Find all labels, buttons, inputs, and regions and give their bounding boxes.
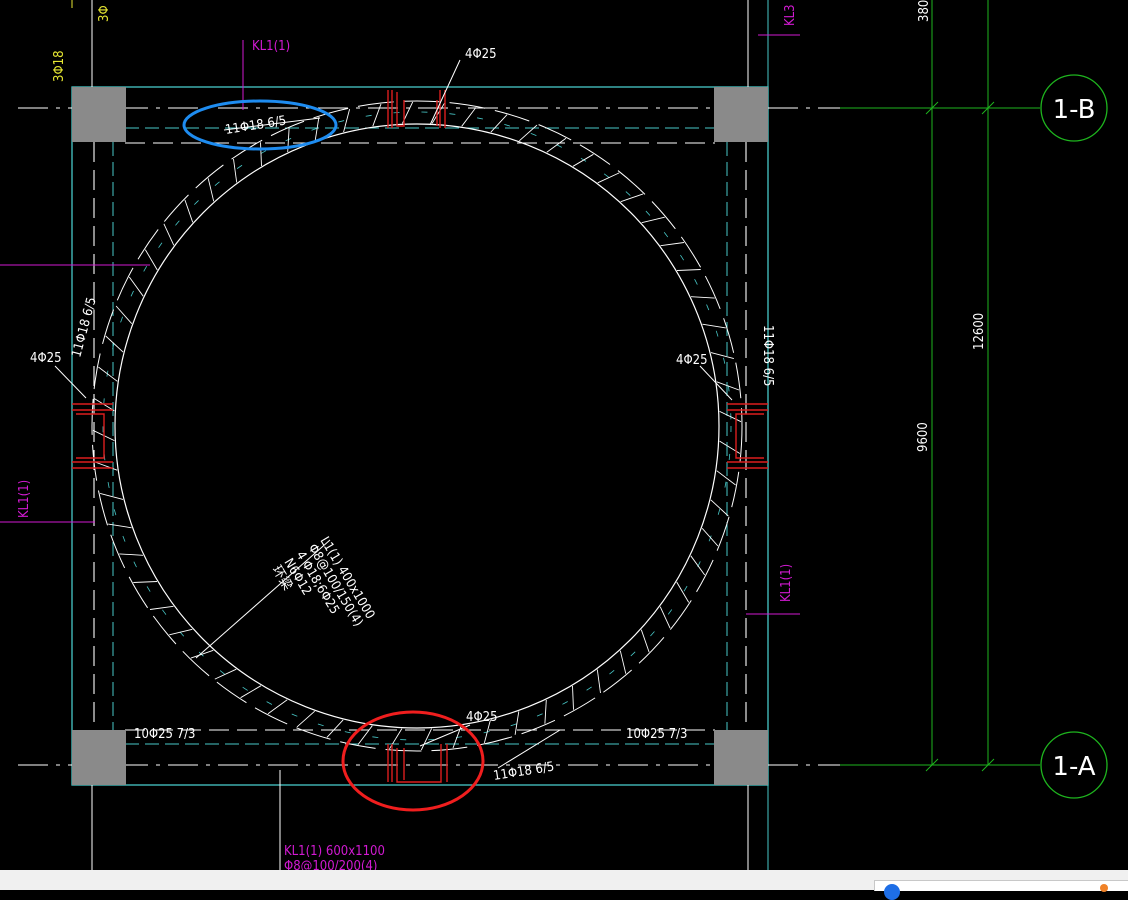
ring-hatch-tick [710, 352, 735, 360]
label-10phi25-left[interactable]: 10Φ25 7/3 [134, 727, 196, 742]
label-10phi25-right[interactable]: 10Φ25 7/3 [626, 727, 688, 742]
ring-hatch-tick [659, 606, 671, 629]
label-11phi18-right[interactable]: 11Φ18 6/5 [760, 325, 775, 387]
ring-hatch-tick [133, 581, 158, 583]
ring-hatch-tick [108, 523, 132, 529]
ring-hatch-tick [99, 492, 124, 500]
label-kl1-bottom[interactable]: KL1(1) 600x1100 [284, 844, 385, 859]
ring-hatch-tick [372, 103, 382, 127]
ring-hatch-tick [719, 440, 741, 454]
ring-hatch-tick [461, 107, 477, 127]
ring-hatch-tick [619, 650, 627, 674]
ring-hatch-tick [719, 410, 742, 423]
ring-hatch-tick [128, 276, 144, 297]
ring-hatch-tick [572, 153, 594, 167]
ring-hatch-tick [690, 296, 715, 299]
ring-hatch-tick [119, 553, 144, 556]
annotations: KL1(1) 4Φ25 11Φ18 6/5 3Φ18 3Φ KL3 4Φ25 1… [17, 0, 987, 874]
ring-hatch-tick [490, 114, 508, 133]
label-4phi25-right[interactable]: 4Φ25 [676, 353, 708, 368]
cad-drawing-canvas[interactable]: 1-B 1-A KL1(1) 4Φ25 11Φ18 6/5 3Φ18 3Φ KL… [0, 0, 1128, 890]
ring-hatch-tick [546, 137, 567, 153]
ring-hatch-tick [144, 249, 158, 271]
ring-beam [91, 100, 743, 752]
ring-hatch-tick [641, 216, 665, 224]
ring-hatch-tick [572, 685, 574, 710]
axis-bubble-1a[interactable]: 1-A [1040, 731, 1108, 799]
label-kl1-top[interactable]: KL1(1) [252, 39, 290, 54]
label-11phi18-bottom[interactable]: 11Φ18 6/5 [492, 760, 555, 784]
ring-hatch-tick [267, 699, 288, 715]
column-top-right [714, 87, 768, 142]
ring-hatch-tick [94, 461, 118, 471]
dimension-lines [840, 0, 1040, 772]
ring-hatch-tick [710, 499, 729, 517]
status-blue-icon[interactable] [884, 884, 900, 900]
ring-hatch-tick [519, 124, 538, 142]
ring-hatch-tick [660, 242, 685, 247]
ring-hatch-tick [260, 142, 262, 167]
ring-hatch-tick [420, 728, 433, 751]
ring-hatch-tick [596, 669, 601, 694]
ring-hatch-tick [184, 199, 194, 223]
ring-hatch-tick [676, 581, 690, 603]
label-11phi18-left[interactable]: 11Φ18 6/5 [69, 296, 99, 359]
ring-hatch-tick [620, 193, 644, 203]
dim-3800[interactable]: 3800 [917, 0, 932, 22]
status-orange-icon[interactable] [1100, 884, 1108, 892]
ring-hatch-tick [597, 172, 620, 184]
highlight-red-ellipse [341, 710, 485, 812]
axis-label-1b: 1-B [1053, 95, 1096, 125]
ring-hatch-tick [115, 305, 133, 324]
ring-hatch-tick [701, 528, 719, 547]
column-bottom-right [714, 730, 768, 785]
label-kl1-left[interactable]: KL1(1) [17, 480, 32, 518]
ring-hatch-tick [105, 335, 124, 353]
ring-hatch-tick [702, 323, 726, 329]
label-3phi-top[interactable]: 3Φ [97, 5, 112, 22]
ring-hatch-tick [214, 668, 237, 680]
ring-hatch-tick [296, 710, 315, 728]
ring-hatch-tick [640, 629, 650, 653]
ring-hatch-tick [544, 699, 547, 724]
ring-hatch-tick [98, 366, 118, 382]
label-11phi18-top[interactable]: 11Φ18 6/5 [224, 114, 287, 138]
axis-label-1a: 1-A [1052, 752, 1095, 782]
ring-hatch-tick [207, 178, 215, 202]
ring-hatch-tick [190, 649, 214, 659]
ring-hatch-tick [514, 711, 520, 735]
column-bottom-left [72, 730, 126, 785]
dim-9600[interactable]: 9600 [916, 422, 931, 452]
label-3phi18[interactable]: 3Φ18 [52, 50, 67, 82]
ring-hatch-tick [149, 605, 174, 610]
ring-beam-callout[interactable]: L1(1) 400x1000 Φ8@100/150(4) 4 Φ18;6Φ25 … [269, 534, 378, 651]
axis-bubble-1b[interactable]: 1-B [1040, 74, 1108, 142]
label-kl1-right[interactable]: KL1(1) [779, 564, 794, 602]
columns [72, 87, 768, 785]
rebar-details [72, 90, 768, 783]
ring-hatch-tick [169, 628, 193, 636]
ring-hatch-tick [716, 381, 740, 391]
ring-hatch-tick [676, 269, 701, 271]
ring-hatch-tick [326, 719, 344, 738]
label-kl3[interactable]: KL3 [783, 4, 798, 26]
ring-hatch-tick [163, 223, 175, 246]
ring-hatch-tick [690, 555, 706, 576]
ring-hatch-tick [233, 158, 238, 183]
column-top-left [72, 87, 126, 142]
label-4phi25-bottom[interactable]: 4Φ25 [466, 710, 498, 725]
dim-12600[interactable]: 12600 [972, 313, 987, 350]
label-4phi25-top[interactable]: 4Φ25 [465, 47, 497, 62]
label-4phi25-left[interactable]: 4Φ25 [30, 351, 62, 366]
status-panel [874, 880, 1128, 891]
